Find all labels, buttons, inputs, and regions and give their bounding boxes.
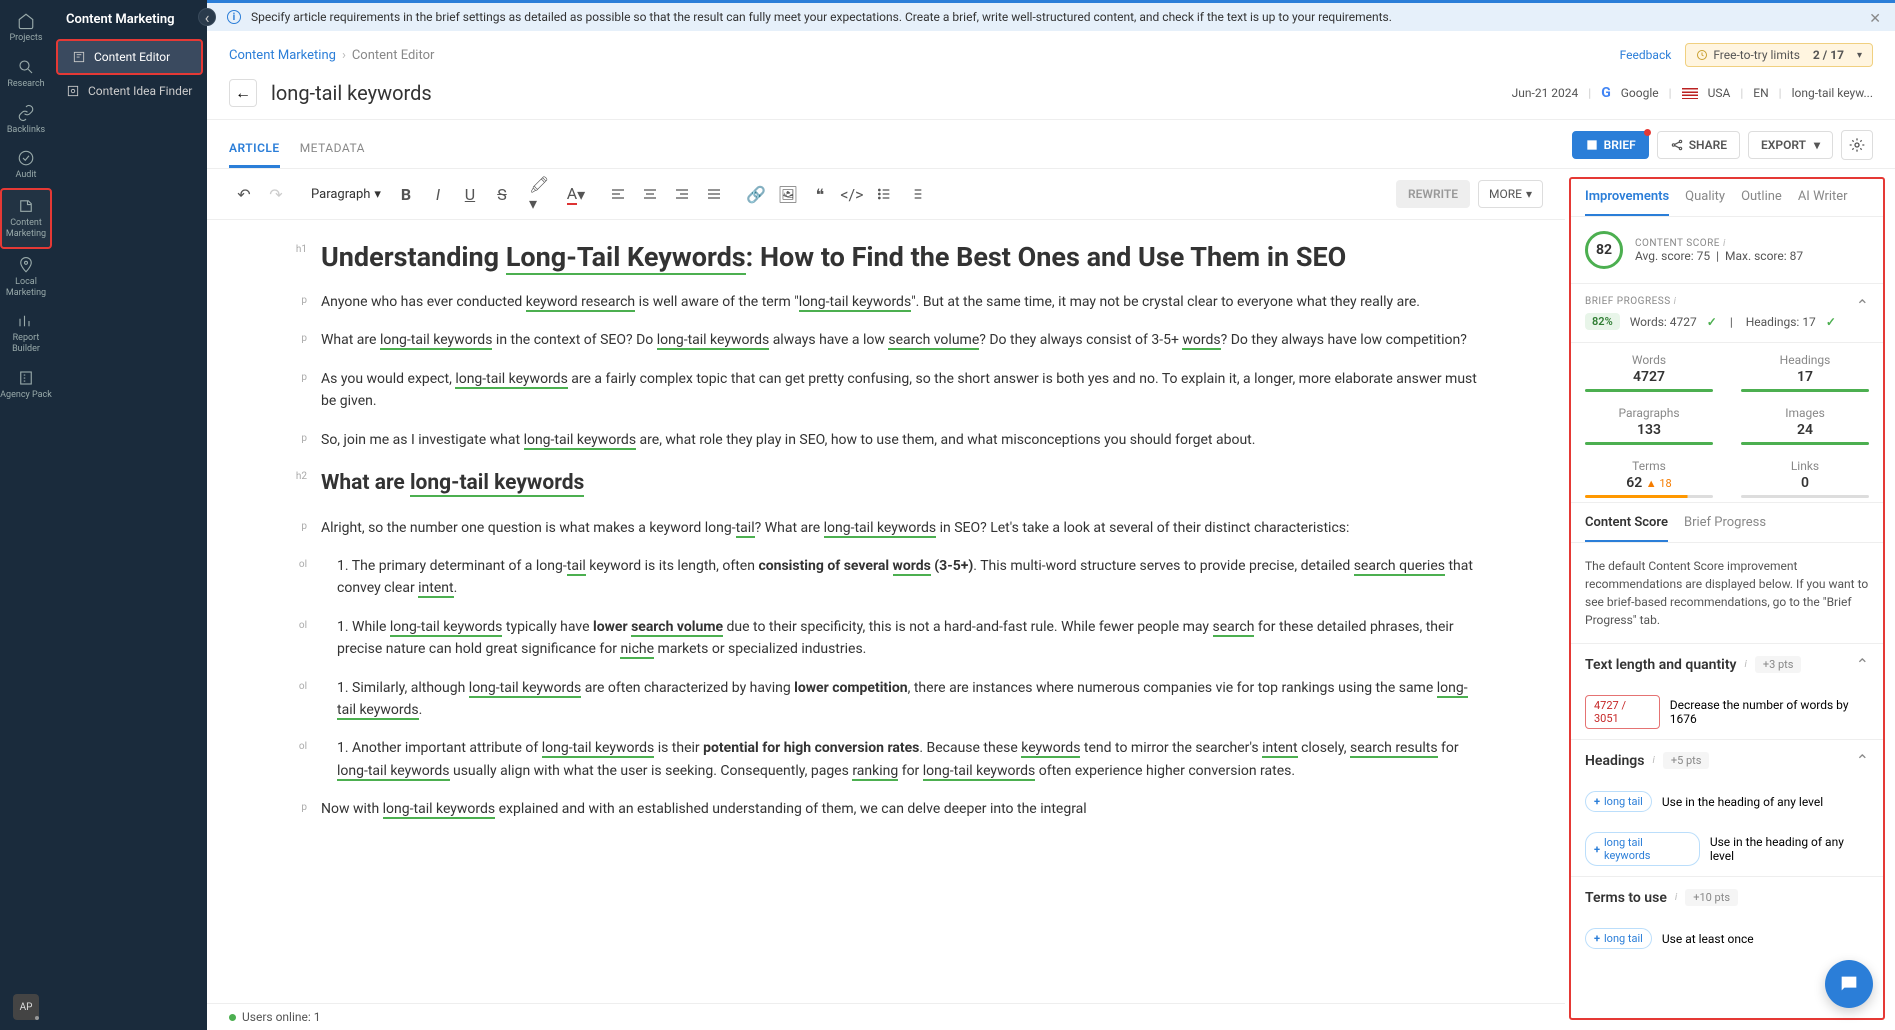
info-icon: i (227, 10, 241, 24)
collapse-brief[interactable]: ⌃ (1856, 296, 1869, 315)
crumb-current: Content Editor (352, 48, 435, 63)
tab-metadata[interactable]: METADATA (300, 141, 365, 168)
brief-pct: 82% (1585, 313, 1620, 330)
editor-toolbar: ↶ ↷ Paragraph ▾ B I U S 🖍 ▾ A ▾ (207, 169, 1565, 220)
add-term-button[interactable]: +long tail (1585, 791, 1652, 812)
back-button[interactable]: ← (229, 79, 257, 107)
meta-country: USA (1708, 86, 1731, 100)
rewrite-button[interactable]: REWRITE (1396, 180, 1470, 208)
rp-tab-quality[interactable]: Quality (1685, 189, 1725, 216)
tab-article[interactable]: ARTICLE (229, 141, 280, 168)
rail-content-marketing[interactable]: Content Marketing (0, 188, 52, 249)
rail-agency-pack[interactable]: Agency Pack (0, 362, 52, 408)
avatar[interactable]: AP (13, 994, 39, 1020)
bullet-list-button[interactable] (869, 179, 899, 209)
side-panel: ‹ Content Marketing Content Editor Conte… (52, 0, 207, 1030)
usa-flag-icon (1682, 88, 1698, 99)
add-term-button[interactable]: +long tail (1585, 928, 1652, 949)
link-button[interactable]: 🔗 (741, 179, 771, 209)
rail-audit[interactable]: Audit (0, 142, 52, 188)
close-banner-button[interactable]: ✕ (1869, 11, 1881, 27)
export-button[interactable]: EXPORT ▾ (1748, 131, 1833, 159)
score-circle: 82 (1585, 231, 1623, 269)
paragraph-select[interactable]: Paragraph ▾ (303, 183, 389, 206)
rp-tab-outline[interactable]: Outline (1741, 189, 1782, 216)
more-button[interactable]: MORE ▾ (1478, 180, 1543, 208)
rail-report-builder[interactable]: Report Builder (0, 305, 52, 362)
feedback-link[interactable]: Feedback (1620, 48, 1672, 62)
collapse-headings[interactable]: ⌃ (1856, 751, 1869, 770)
align-right-button[interactable] (667, 179, 697, 209)
brief-button[interactable]: BRIEF (1572, 131, 1649, 159)
free-try-badge[interactable]: Free-to-try limits 2 / 17 ▾ (1685, 43, 1873, 67)
add-term-button[interactable]: +long tail keywords (1585, 832, 1700, 866)
italic-button[interactable]: I (423, 179, 453, 209)
collapse-textlen[interactable]: ⌃ (1856, 655, 1869, 674)
code-button[interactable]: </> (837, 179, 867, 209)
meta-date: Jun-21 2024 (1512, 86, 1579, 100)
strike-button[interactable]: S (487, 179, 517, 209)
undo-button[interactable]: ↶ (229, 179, 259, 209)
rail-research[interactable]: Research (0, 51, 52, 97)
meta-engine: Google (1621, 86, 1659, 100)
align-justify-button[interactable] (699, 179, 729, 209)
info-text: Specify article requirements in the brie… (251, 10, 1392, 24)
editor-body[interactable]: h1Understanding Long-Tail Keywords: How … (207, 220, 1565, 1003)
side-panel-title: Content Marketing (52, 0, 207, 39)
align-center-button[interactable] (635, 179, 665, 209)
page-title: long-tail keywords (271, 81, 432, 105)
rp-tab-improvements[interactable]: Improvements (1585, 189, 1669, 216)
bold-button[interactable]: B (391, 179, 421, 209)
rail-projects[interactable]: Projects (0, 5, 52, 51)
score-label: CONTENT SCORE i (1635, 238, 1803, 249)
users-online: Users online: 1 (207, 1003, 1565, 1030)
share-button[interactable]: SHARE (1657, 131, 1740, 159)
align-left-button[interactable] (603, 179, 633, 209)
meta-lang: EN (1753, 86, 1768, 100)
side-idea-finder[interactable]: Content Idea Finder (52, 75, 207, 107)
rp-tab-aiwriter[interactable]: AI Writer (1798, 189, 1848, 216)
insights-panel: Improvements Quality Outline AI Writer 8… (1569, 177, 1885, 1020)
rec-text: The default Content Score improvement re… (1571, 543, 1883, 643)
settings-button[interactable] (1841, 130, 1873, 160)
info-banner: i Specify article requirements in the br… (207, 0, 1895, 31)
image-button[interactable]: 🖼 (773, 179, 803, 209)
crumb-root[interactable]: Content Marketing (229, 48, 336, 63)
redo-button[interactable]: ↷ (261, 179, 291, 209)
underline-button[interactable]: U (455, 179, 485, 209)
collapse-panel-button[interactable]: ‹ (198, 8, 216, 26)
google-logo-icon: G (1601, 85, 1611, 101)
rail-local-marketing[interactable]: Local Marketing (0, 249, 52, 306)
number-list-button[interactable] (901, 179, 931, 209)
text-color-button[interactable]: A ▾ (561, 179, 591, 209)
highlight-button[interactable]: 🖍 ▾ (529, 179, 559, 209)
quote-button[interactable]: ❝ (805, 179, 835, 209)
meta-keyword: long-tail keyw... (1792, 86, 1873, 100)
chat-bubble-button[interactable] (1825, 960, 1873, 1008)
rail-backlinks[interactable]: Backlinks (0, 97, 52, 143)
side-content-editor[interactable]: Content Editor (56, 39, 203, 75)
breadcrumb: Content Marketing›Content Editor (229, 48, 434, 63)
subtab-content-score[interactable]: Content Score (1585, 515, 1668, 542)
subtab-brief-progress[interactable]: Brief Progress (1684, 515, 1766, 542)
left-rail: Projects Research Backlinks Audit Conten… (0, 0, 52, 1030)
